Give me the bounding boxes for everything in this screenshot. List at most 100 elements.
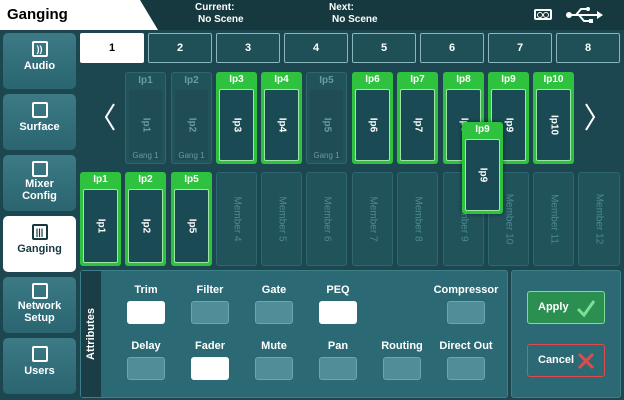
sidebar-item-label: Users bbox=[24, 365, 55, 377]
channel-vertical-label: Ip10 bbox=[548, 114, 559, 136]
channel-name: Ip8 bbox=[456, 74, 471, 85]
attr-toggle-fader[interactable] bbox=[191, 357, 229, 380]
member-vertical-label: Ip1 bbox=[95, 218, 106, 234]
chevron-left-icon bbox=[104, 103, 115, 131]
channel-name: Ip1 bbox=[138, 75, 153, 86]
audio-icon: )) bbox=[31, 41, 48, 57]
member-slot-11[interactable]: Member 11 bbox=[533, 172, 574, 266]
dragging-channel-tile[interactable]: Ip9 Ip9 bbox=[462, 122, 503, 214]
dragging-channel-vertical-label: Ip9 bbox=[477, 167, 488, 183]
member-slot-4[interactable]: Member 4 bbox=[216, 172, 257, 266]
attr-toggle-routing[interactable] bbox=[383, 357, 421, 380]
sidebar-item-users[interactable]: Users bbox=[3, 338, 76, 394]
channel-name: Ip5 bbox=[319, 75, 334, 86]
member-name: Ip2 bbox=[138, 174, 153, 185]
sidebar: )) Audio Surface Mixer Config ||| Gangin… bbox=[3, 33, 76, 398]
channel-tile-ip10[interactable]: Ip10 Ip10 bbox=[533, 72, 574, 164]
attr-toggle-filter[interactable] bbox=[191, 301, 229, 324]
member-placeholder-label: Member 5 bbox=[276, 196, 287, 242]
attr-toggle-compressor[interactable] bbox=[447, 301, 485, 324]
tab-gang-3[interactable]: 3 bbox=[216, 33, 280, 63]
close-icon bbox=[577, 352, 595, 370]
surface-icon bbox=[31, 102, 48, 118]
attr-toggle-trim[interactable] bbox=[127, 301, 165, 324]
channel-vertical-label: Ip6 bbox=[367, 117, 378, 133]
attr-toggle-delay[interactable] bbox=[127, 357, 165, 380]
member-placeholder-label: Member 7 bbox=[367, 196, 378, 242]
current-scene-label: Current: bbox=[195, 2, 235, 13]
channel-vertical-label: Ip1 bbox=[140, 117, 151, 133]
channel-vertical-label: Ip9 bbox=[503, 117, 514, 133]
sidebar-item-label: Network Setup bbox=[17, 300, 62, 324]
attr-toggle-mute[interactable] bbox=[255, 357, 293, 380]
attr-toggle-pan[interactable] bbox=[319, 357, 357, 380]
attr-toggle-gate[interactable] bbox=[255, 301, 293, 324]
channel-name: Ip4 bbox=[274, 74, 289, 85]
network-icon bbox=[31, 283, 48, 299]
tab-gang-1[interactable]: 1 bbox=[80, 33, 144, 63]
channel-gang-label: Gang 1 bbox=[132, 151, 159, 160]
sidebar-item-label: Ganging bbox=[17, 243, 62, 255]
cancel-button[interactable]: Cancel bbox=[527, 344, 605, 377]
tab-gang-7[interactable]: 7 bbox=[488, 33, 552, 63]
cancel-label: Cancel bbox=[538, 354, 575, 366]
channel-vertical-label: Ip3 bbox=[231, 117, 242, 133]
scroll-left-button[interactable] bbox=[103, 100, 117, 134]
channel-vertical-label: Ip2 bbox=[186, 117, 197, 133]
member-name: Ip1 bbox=[93, 174, 108, 185]
next-scene-label: Next: bbox=[329, 2, 355, 13]
channel-name: Ip3 bbox=[229, 74, 244, 85]
member-slot-5[interactable]: Member 5 bbox=[261, 172, 302, 266]
channel-tile-ip1[interactable]: Ip1 Ip1 Gang 1 bbox=[125, 72, 166, 164]
channel-name: Ip10 bbox=[543, 74, 564, 85]
member-slot-3[interactable]: Ip5 Ip5 bbox=[171, 172, 212, 266]
dragging-channel-name: Ip9 bbox=[475, 124, 490, 135]
scroll-right-button[interactable] bbox=[583, 100, 597, 134]
sidebar-item-ganging[interactable]: ||| Ganging bbox=[3, 216, 76, 272]
member-placeholder-label: Member 11 bbox=[548, 194, 559, 244]
channel-tile-ip7[interactable]: Ip7 Ip7 bbox=[397, 72, 438, 164]
attr-toggle-peq[interactable] bbox=[319, 301, 357, 324]
member-slot-2[interactable]: Ip2 Ip2 bbox=[125, 172, 166, 266]
member-slot-12[interactable]: Member 12 bbox=[578, 172, 620, 266]
action-panel bbox=[511, 270, 621, 398]
mixer-config-icon bbox=[31, 161, 48, 177]
channel-name: Ip6 bbox=[365, 74, 380, 85]
sidebar-item-mixer-config[interactable]: Mixer Config bbox=[3, 155, 76, 211]
attributes-heading: Attributes bbox=[85, 308, 97, 360]
channel-tile-ip4[interactable]: Ip4 Ip4 bbox=[261, 72, 302, 164]
member-slot-7[interactable]: Member 7 bbox=[352, 172, 393, 266]
tab-gang-4[interactable]: 4 bbox=[284, 33, 348, 63]
tab-gang-8[interactable]: 8 bbox=[556, 33, 620, 63]
sidebar-item-label: Audio bbox=[23, 60, 56, 72]
attr-label-direct-out: Direct Out bbox=[439, 340, 493, 352]
channel-tile-ip6[interactable]: Ip6 Ip6 bbox=[352, 72, 393, 164]
channel-name: Ip9 bbox=[501, 74, 516, 85]
sidebar-item-audio[interactable]: )) Audio bbox=[3, 33, 76, 89]
sidebar-item-surface[interactable]: Surface bbox=[3, 94, 76, 150]
apply-button[interactable]: Apply bbox=[527, 291, 605, 324]
channel-vertical-label: Ip5 bbox=[321, 117, 332, 133]
member-vertical-label: Ip2 bbox=[140, 218, 151, 234]
ganging-icon: ||| bbox=[31, 224, 48, 240]
tab-gang-2[interactable]: 2 bbox=[148, 33, 212, 63]
member-name: Ip5 bbox=[184, 174, 199, 185]
channel-vertical-label: Ip7 bbox=[412, 117, 423, 133]
sidebar-item-network-setup[interactable]: Network Setup bbox=[3, 277, 76, 333]
member-placeholder-label: Member 6 bbox=[321, 196, 332, 242]
tab-gang-5[interactable]: 5 bbox=[352, 33, 416, 63]
member-slot-1[interactable]: Ip1 Ip1 bbox=[80, 172, 121, 266]
apply-label: Apply bbox=[538, 301, 569, 313]
channel-tile-ip3[interactable]: Ip3 Ip3 bbox=[216, 72, 257, 164]
attr-toggle-direct-out[interactable] bbox=[447, 357, 485, 380]
channel-tile-ip2[interactable]: Ip2 Ip2 Gang 1 bbox=[171, 72, 212, 164]
tab-gang-6[interactable]: 6 bbox=[420, 33, 484, 63]
attributes-panel: Attributes Trim Filter Gate PEQ Compress… bbox=[80, 270, 508, 398]
tape-icon bbox=[534, 9, 552, 20]
member-slot-8[interactable]: Member 8 bbox=[397, 172, 438, 266]
top-bar: Ganging Current: No Scene Next: No Scene bbox=[0, 0, 624, 30]
current-scene-value: No Scene bbox=[198, 14, 244, 25]
channel-name: Ip7 bbox=[410, 74, 425, 85]
channel-tile-ip5[interactable]: Ip5 Ip5 Gang 1 bbox=[306, 72, 347, 164]
member-slot-6[interactable]: Member 6 bbox=[306, 172, 347, 266]
